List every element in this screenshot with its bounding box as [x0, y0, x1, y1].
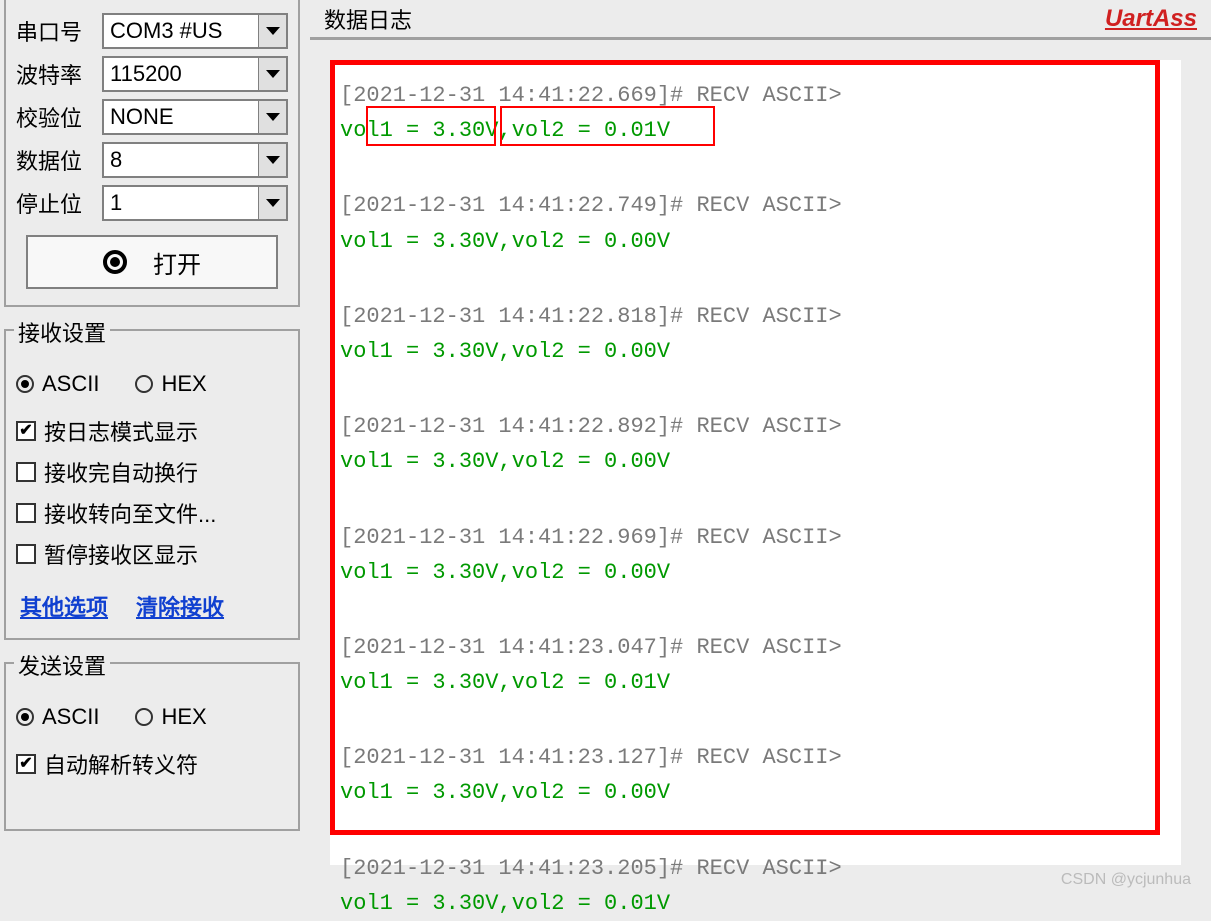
log-entry: [2021-12-31 14:41:23.205]# RECV ASCII> v… [340, 851, 842, 921]
to-file-check[interactable]: 接收转向至文件... [16, 497, 288, 529]
open-button-label: 打开 [153, 245, 201, 280]
port-settings-title: 串口设置 [14, 0, 110, 1]
databits-combo[interactable]: 8 [102, 142, 288, 178]
log-mode-check[interactable]: 按日志模式显示 [16, 415, 288, 447]
log-timestamp: [2021-12-31 14:41:23.047]# RECV ASCII> [340, 630, 842, 665]
auto-escape-check[interactable]: 自动解析转义符 [16, 748, 288, 780]
log-timestamp: [2021-12-31 14:41:22.969]# RECV ASCII> [340, 520, 842, 555]
radio-icon [135, 375, 153, 393]
auto-newline-label: 接收完自动换行 [44, 456, 198, 488]
log-timestamp: [2021-12-31 14:41:22.669]# RECV ASCII> [340, 78, 842, 113]
recv-ascii-radio[interactable]: ASCII [16, 371, 99, 397]
port-value: COM3 #US [104, 18, 258, 44]
parity-value: NONE [104, 104, 258, 130]
clear-recv-link[interactable]: 清除接收 [136, 590, 224, 622]
log-content: [2021-12-31 14:41:22.669]# RECV ASCII> v… [340, 78, 842, 921]
log-mode-label: 按日志模式显示 [44, 415, 198, 447]
log-entry: [2021-12-31 14:41:23.047]# RECV ASCII> v… [340, 630, 842, 700]
databits-dropdown-button[interactable] [258, 144, 286, 176]
caret-down-icon [266, 70, 280, 78]
baud-dropdown-button[interactable] [258, 58, 286, 90]
checkbox-icon [16, 421, 36, 441]
other-options-link[interactable]: 其他选项 [20, 590, 108, 622]
log-data: vol1 = 3.30V,vol2 = 0.01V [340, 665, 842, 700]
recv-settings-group: 接收设置 ASCII HEX 按日志模式显示 接收完自动换行 接 [4, 329, 300, 640]
databits-value: 8 [104, 147, 258, 173]
stopbits-label: 停止位 [16, 187, 102, 219]
port-label: 串口号 [16, 15, 102, 47]
log-panel-title: 数据日志 [324, 3, 412, 35]
radio-icon [135, 708, 153, 726]
recv-hex-label: HEX [161, 371, 206, 397]
log-entry: [2021-12-31 14:41:22.969]# RECV ASCII> v… [340, 520, 842, 590]
checkbox-icon [16, 462, 36, 482]
log-timestamp: [2021-12-31 14:41:22.749]# RECV ASCII> [340, 188, 842, 223]
log-data: vol1 = 3.30V,vol2 = 0.01V [340, 113, 842, 148]
auto-newline-check[interactable]: 接收完自动换行 [16, 456, 288, 488]
recv-ascii-label: ASCII [42, 371, 99, 397]
stopbits-combo[interactable]: 1 [102, 185, 288, 221]
open-port-button[interactable]: 打开 [26, 235, 278, 289]
app-brand: UartAss [1105, 5, 1197, 33]
log-entry: [2021-12-31 14:41:22.892]# RECV ASCII> v… [340, 409, 842, 479]
parity-dropdown-button[interactable] [258, 101, 286, 133]
send-ascii-label: ASCII [42, 704, 99, 730]
baud-value: 115200 [104, 61, 258, 87]
send-hex-radio[interactable]: HEX [135, 704, 206, 730]
log-data: vol1 = 3.30V,vol2 = 0.00V [340, 555, 842, 590]
recv-settings-title: 接收设置 [14, 316, 110, 348]
log-entry: [2021-12-31 14:41:22.818]# RECV ASCII> v… [340, 299, 842, 369]
baud-combo[interactable]: 115200 [102, 56, 288, 92]
caret-down-icon [266, 156, 280, 164]
pause-display-check[interactable]: 暂停接收区显示 [16, 538, 288, 570]
log-data: vol1 = 3.30V,vol2 = 0.00V [340, 775, 842, 810]
send-settings-title: 发送设置 [14, 649, 110, 681]
parity-combo[interactable]: NONE [102, 99, 288, 135]
port-dropdown-button[interactable] [258, 15, 286, 47]
log-timestamp: [2021-12-31 14:41:23.127]# RECV ASCII> [340, 740, 842, 775]
checkbox-icon [16, 544, 36, 564]
port-combo[interactable]: COM3 #US [102, 13, 288, 49]
log-data: vol1 = 3.30V,vol2 = 0.00V [340, 334, 842, 369]
port-settings-group: 串口设置 串口号 COM3 #US 波特率 115200 校验位 NONE 数据… [4, 0, 300, 307]
send-settings-group: 发送设置 ASCII HEX 自动解析转义符 [4, 662, 300, 831]
csdn-watermark: CSDN @ycjunhua [1061, 871, 1191, 889]
stopbits-value: 1 [104, 190, 258, 216]
radio-icon [16, 708, 34, 726]
log-data: vol1 = 3.30V,vol2 = 0.00V [340, 444, 842, 479]
baud-label: 波特率 [16, 58, 102, 90]
send-ascii-radio[interactable]: ASCII [16, 704, 99, 730]
radio-icon [16, 375, 34, 393]
log-data: vol1 = 3.30V,vol2 = 0.00V [340, 224, 842, 259]
recv-hex-radio[interactable]: HEX [135, 371, 206, 397]
log-entry: [2021-12-31 14:41:23.127]# RECV ASCII> v… [340, 740, 842, 810]
caret-down-icon [266, 27, 280, 35]
caret-down-icon [266, 199, 280, 207]
auto-escape-label: 自动解析转义符 [44, 748, 198, 780]
to-file-label: 接收转向至文件... [44, 497, 216, 529]
stopbits-dropdown-button[interactable] [258, 187, 286, 219]
pause-display-label: 暂停接收区显示 [44, 538, 198, 570]
checkbox-icon [16, 754, 36, 774]
log-timestamp: [2021-12-31 14:41:22.818]# RECV ASCII> [340, 299, 842, 334]
log-data: vol1 = 3.30V,vol2 = 0.01V [340, 886, 842, 921]
caret-down-icon [266, 113, 280, 121]
log-panel-header: 数据日志 UartAss [310, 0, 1211, 40]
log-entry: [2021-12-31 14:41:22.749]# RECV ASCII> v… [340, 188, 842, 258]
log-timestamp: [2021-12-31 14:41:23.205]# RECV ASCII> [340, 851, 842, 886]
parity-label: 校验位 [16, 101, 102, 133]
log-timestamp: [2021-12-31 14:41:22.892]# RECV ASCII> [340, 409, 842, 444]
checkbox-icon [16, 503, 36, 523]
log-entry: [2021-12-31 14:41:22.669]# RECV ASCII> v… [340, 78, 842, 148]
record-icon [103, 250, 127, 274]
databits-label: 数据位 [16, 144, 102, 176]
send-hex-label: HEX [161, 704, 206, 730]
